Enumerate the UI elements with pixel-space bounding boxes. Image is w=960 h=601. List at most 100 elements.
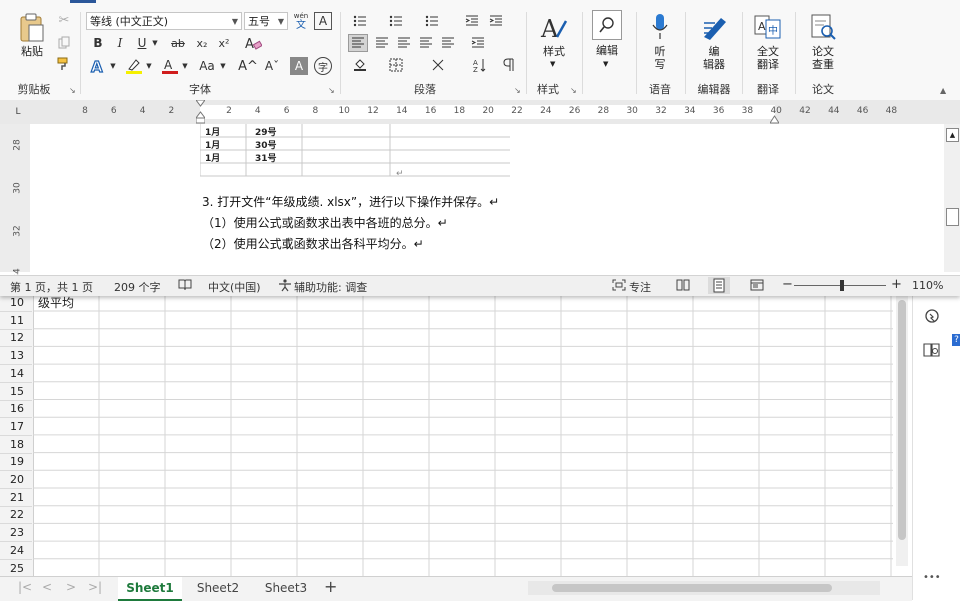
strikethrough-button[interactable]: ab — [168, 34, 188, 52]
format-painter-icon[interactable] — [56, 56, 72, 72]
row-number[interactable]: 23 — [0, 524, 32, 543]
horizontal-scroll-thumb[interactable] — [552, 584, 832, 592]
translate-label-1[interactable]: 全文 — [750, 45, 786, 58]
styles-icon[interactable]: A — [536, 12, 572, 44]
superscript-button[interactable]: x² — [214, 34, 234, 52]
table-cell[interactable]: 30号 — [255, 138, 277, 151]
book-search-icon[interactable] — [923, 342, 941, 358]
increase-indent-icon[interactable] — [486, 12, 506, 30]
change-case-button[interactable]: Aa — [196, 56, 218, 76]
styles-label[interactable]: 样式 — [532, 45, 576, 58]
word-count[interactable]: 209 个字 — [114, 279, 161, 295]
editor-label-2[interactable]: 辑器 — [696, 58, 732, 71]
underline-button[interactable]: U — [134, 34, 150, 52]
chevron-down-icon[interactable]: ▼ — [150, 34, 160, 52]
doc-line-question[interactable]: 3. 打开文件“年级成绩. xlsx”，进行以下操作并保存。↵ — [202, 193, 499, 210]
table-cell[interactable]: 1月 — [205, 125, 220, 138]
help-badge-icon[interactable]: ? — [952, 334, 960, 346]
horizontal-scrollbar[interactable] — [528, 581, 880, 595]
character-border-icon[interactable]: A — [314, 12, 332, 30]
scroll-up-icon[interactable]: ▲ — [946, 128, 959, 142]
search-icon[interactable] — [592, 10, 622, 40]
row-number[interactable]: 18 — [0, 436, 32, 454]
editor-icon[interactable] — [700, 12, 730, 42]
doc-scroll-thumb[interactable] — [946, 208, 959, 226]
dictate-label-1[interactable]: 听 — [645, 45, 675, 58]
row-number[interactable]: 16 — [0, 400, 32, 419]
chevron-down-icon[interactable]: ▼ — [108, 58, 118, 74]
italic-button[interactable]: I — [112, 34, 128, 52]
translate-label-2[interactable]: 翻译 — [750, 58, 786, 71]
translate-icon[interactable]: A中 — [752, 12, 784, 42]
web-layout-icon[interactable] — [750, 279, 764, 294]
clipboard-launcher-icon[interactable]: ↘ — [69, 86, 76, 95]
row-number[interactable]: 15 — [0, 383, 32, 401]
row-number[interactable]: 11 — [0, 312, 32, 330]
grow-font-button[interactable]: A^ — [238, 56, 258, 76]
zoom-level[interactable]: 110% — [912, 279, 943, 292]
row-number[interactable]: 17 — [0, 418, 32, 436]
paper-check-label-1[interactable]: 论文 — [804, 45, 842, 58]
indent-marker[interactable] — [195, 99, 206, 124]
bullets-icon[interactable] — [350, 12, 370, 30]
chevron-down-icon[interactable]: ▼ — [603, 60, 608, 68]
first-sheet-icon[interactable]: |< — [18, 580, 32, 594]
paste-label[interactable]: 粘贴 — [14, 45, 50, 58]
align-left-icon[interactable] — [348, 34, 368, 52]
font-color-icon[interactable]: A — [160, 56, 180, 76]
asian-layout-icon[interactable] — [428, 56, 448, 74]
row-number[interactable]: 24 — [0, 542, 32, 560]
page-count[interactable]: 第 1 页，共 1 页 — [10, 279, 93, 295]
table-cell[interactable]: 31号 — [255, 151, 277, 164]
row-number[interactable]: 14 — [0, 365, 32, 383]
row-number[interactable]: 25 — [0, 560, 32, 577]
prev-sheet-icon[interactable]: < — [42, 580, 52, 594]
next-sheet-icon[interactable]: > — [66, 580, 76, 594]
clear-formatting-icon[interactable]: A — [242, 33, 264, 53]
justify-icon[interactable] — [416, 34, 436, 52]
copy-icon[interactable] — [56, 34, 72, 50]
sheet-tab-1[interactable]: Sheet1 — [118, 577, 182, 601]
accessibility-icon[interactable] — [278, 279, 292, 295]
highlight-icon[interactable] — [124, 56, 144, 76]
font-launcher-icon[interactable]: ↘ — [328, 86, 335, 95]
shrink-font-button[interactable]: Aˇ — [262, 56, 282, 76]
borders-icon[interactable] — [386, 56, 406, 74]
doc-line-item-2[interactable]: （2）使用公式或函数求出各科平均分。↵ — [202, 235, 424, 252]
language-indicator[interactable]: 中文(中国) — [208, 279, 261, 295]
sheet-tab-2[interactable]: Sheet2 — [188, 577, 248, 599]
row-number[interactable]: 12 — [0, 329, 32, 348]
more-options-icon[interactable]: ••• — [923, 572, 941, 583]
row-number[interactable]: 21 — [0, 489, 32, 507]
table-cell[interactable]: 1月 — [205, 151, 220, 164]
dictate-label-2[interactable]: 写 — [645, 58, 675, 71]
chevron-down-icon[interactable]: ▼ — [180, 58, 190, 74]
multilevel-list-icon[interactable] — [422, 12, 442, 30]
add-sheet-button[interactable]: + — [324, 577, 337, 596]
tab-selector[interactable]: L — [10, 104, 26, 120]
print-layout-button[interactable] — [708, 277, 730, 294]
sheet-scroll-thumb[interactable] — [898, 300, 906, 540]
cut-icon[interactable]: ✂ — [56, 12, 72, 28]
row-number[interactable]: 10 — [0, 294, 32, 312]
chevron-down-icon[interactable]: ▼ — [144, 58, 154, 74]
decrease-indent-icon[interactable] — [462, 12, 482, 30]
zoom-out-button[interactable]: − — [782, 277, 793, 292]
table-cell[interactable]: 1月 — [205, 138, 220, 151]
align-right-icon[interactable] — [394, 34, 414, 52]
doc-line-item-1[interactable]: （1）使用公式或函数求出表中各班的总分。↵ — [202, 214, 448, 231]
right-indent-marker[interactable] — [769, 112, 780, 124]
document-page[interactable]: 1月 29号 1月 30号 1月 31号 ↵ 3. 打开文件“年级成绩. xlsx”，进行… — [80, 124, 898, 272]
numbering-icon[interactable] — [386, 12, 406, 30]
align-center-icon[interactable] — [372, 34, 392, 52]
font-size-dropdown[interactable]: 五号 ▼ — [244, 12, 288, 30]
lightbulb-icon[interactable] — [923, 308, 941, 326]
read-mode-icon[interactable] — [676, 279, 690, 294]
microphone-icon[interactable] — [648, 12, 672, 42]
last-sheet-icon[interactable]: >| — [88, 580, 102, 594]
row-number[interactable]: 19 — [0, 453, 32, 472]
cell-value[interactable]: 级平均 — [38, 294, 74, 311]
chevron-down-icon[interactable]: ▼ — [550, 60, 555, 68]
sheet-tab-3[interactable]: Sheet3 — [256, 577, 316, 599]
paper-check-label-2[interactable]: 查重 — [804, 58, 842, 71]
